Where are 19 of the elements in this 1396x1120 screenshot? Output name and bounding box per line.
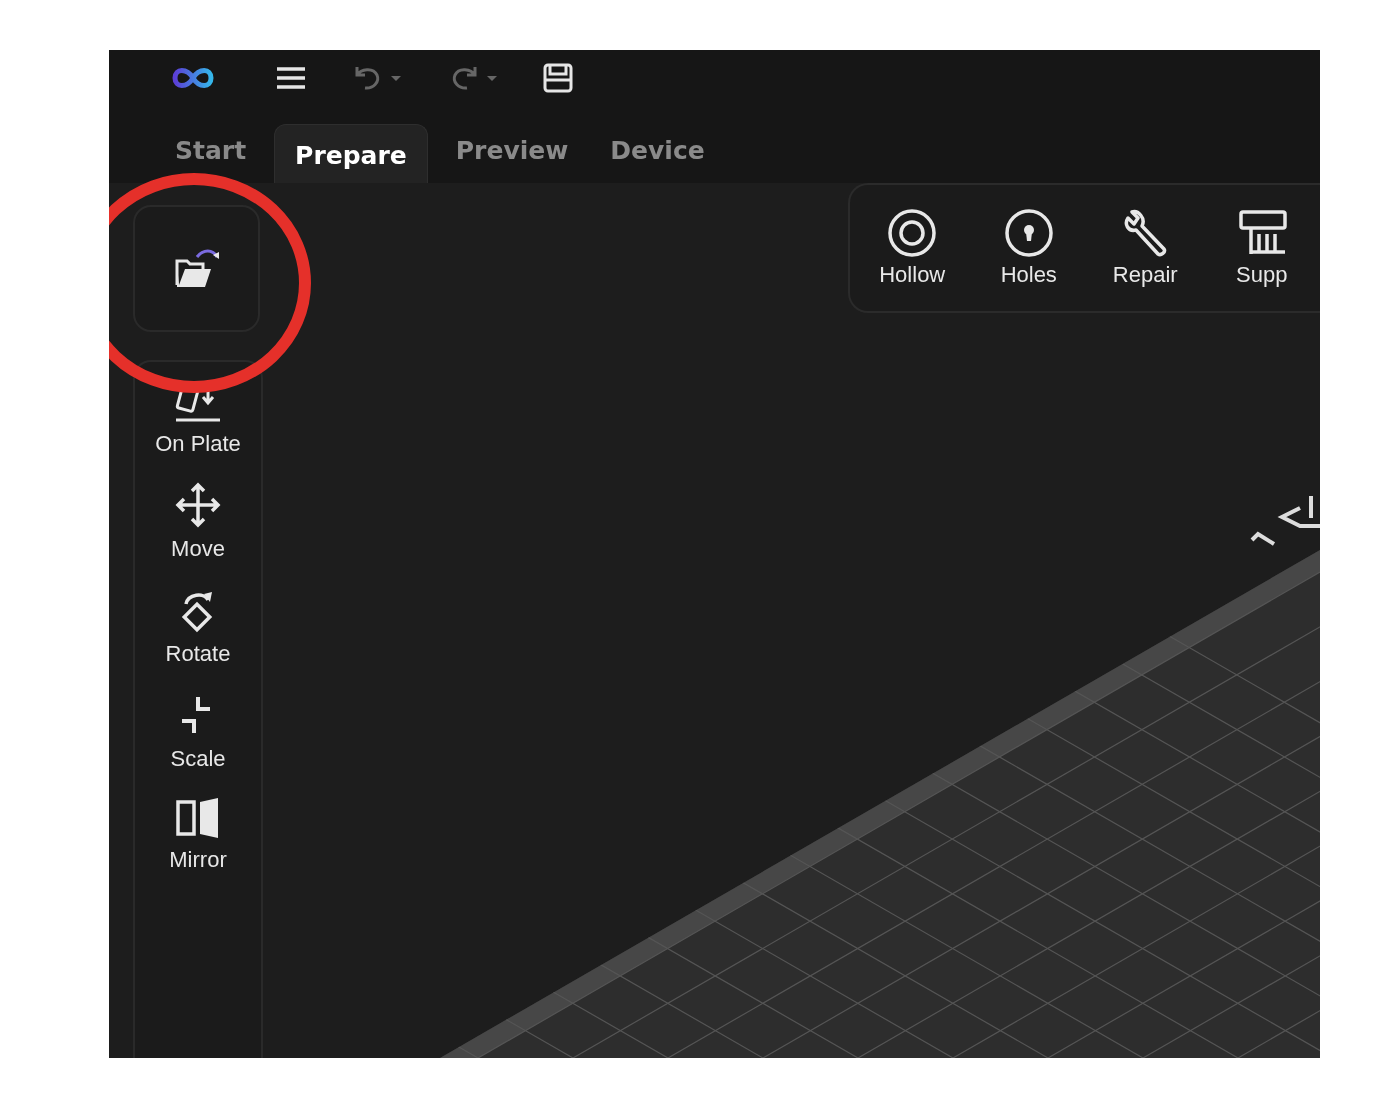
save-icon[interactable] xyxy=(543,63,573,93)
tool-button[interactable]: Holes xyxy=(970,208,1087,288)
tool-button[interactable]: Rotate xyxy=(148,586,248,669)
move-arrows-icon xyxy=(174,481,222,529)
tool-button[interactable]: Move xyxy=(148,481,248,564)
menu-icon[interactable] xyxy=(275,66,307,90)
tab[interactable]: Preview xyxy=(441,124,583,183)
keyhole-icon xyxy=(1003,208,1054,258)
tab[interactable]: Start xyxy=(161,124,261,183)
tool-button[interactable]: Supp xyxy=(1203,208,1320,288)
tool-button[interactable]: Repair xyxy=(1087,208,1204,288)
tab[interactable]: Prepare xyxy=(274,124,428,183)
tool-button[interactable]: Scale xyxy=(148,691,248,774)
tool-button[interactable]: Mirror xyxy=(148,796,248,875)
open-file-button[interactable] xyxy=(133,205,260,332)
tool-button[interactable]: Hollow xyxy=(854,208,971,288)
tool-button[interactable]: On Plate xyxy=(148,380,248,459)
concentric-circles-icon xyxy=(887,208,938,258)
tab[interactable]: Device xyxy=(596,124,719,183)
